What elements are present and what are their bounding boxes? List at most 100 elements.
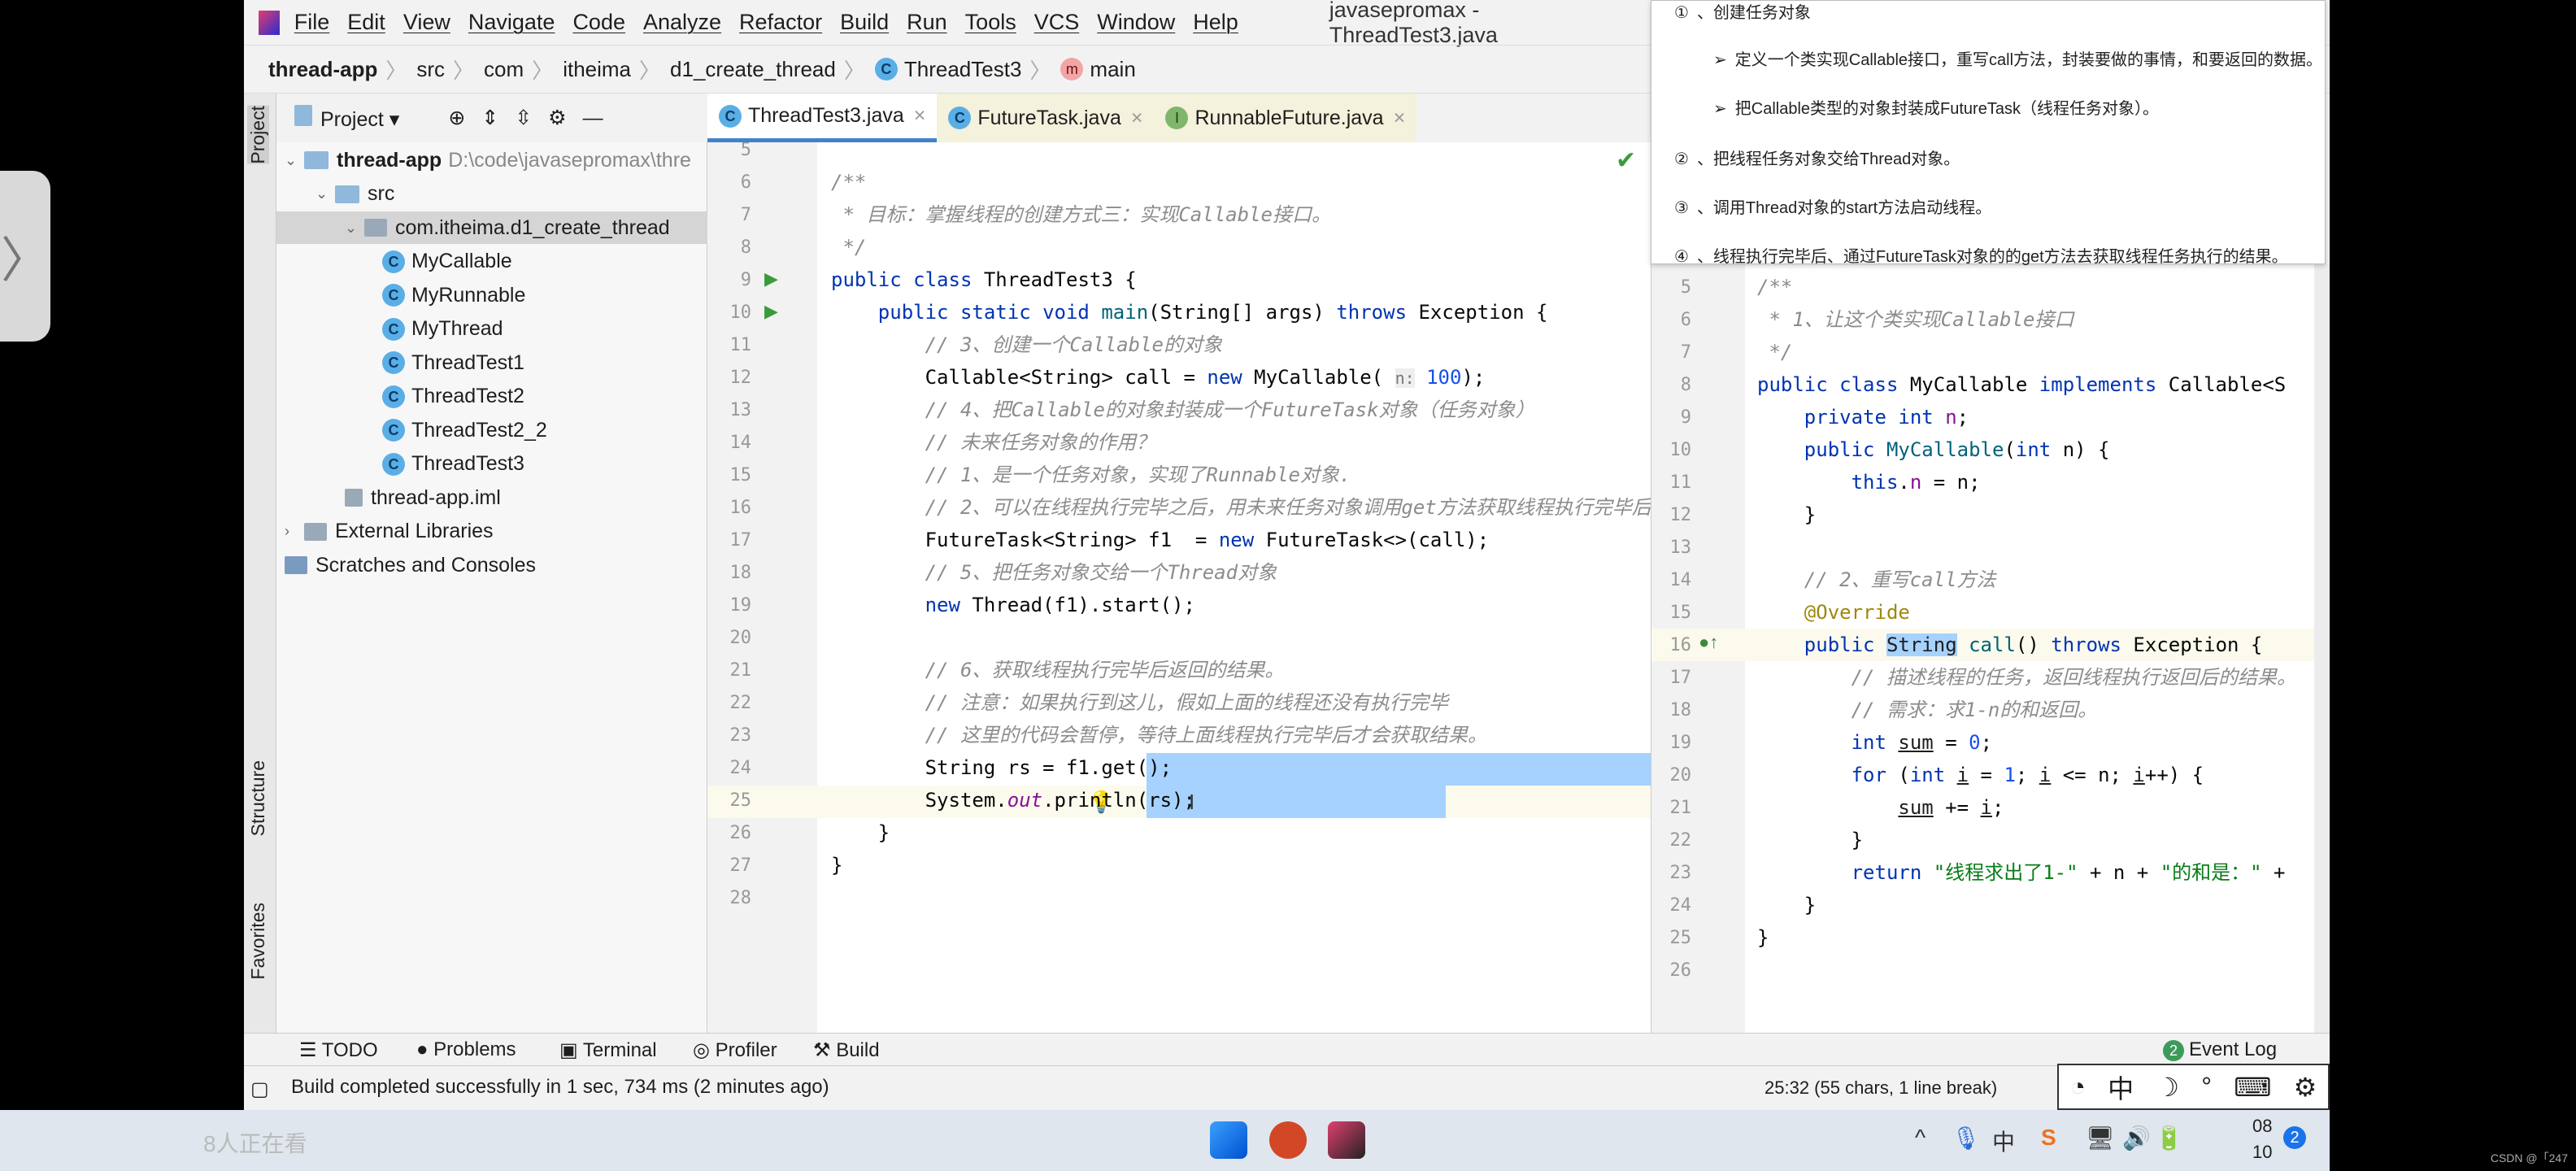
editor-scrollbar[interactable]: [2314, 264, 2330, 1033]
tree-item[interactable]: Scratches and Consoles: [285, 549, 536, 581]
implements-gutter-icon[interactable]: ●↑: [1699, 632, 1718, 653]
menu-analyze[interactable]: Analyze: [643, 10, 721, 35]
caret-position[interactable]: 25:32 (55 chars, 1 line break): [1764, 1077, 1997, 1099]
menu-vcs[interactable]: VCS: [1034, 10, 1080, 35]
menu-build[interactable]: Build: [840, 10, 889, 35]
favorites-tool-tab[interactable]: Favorites: [247, 903, 269, 980]
menu-help[interactable]: Help: [1193, 10, 1238, 35]
expand-arrow-icon[interactable]: ⌄: [285, 152, 304, 169]
menu-navigate[interactable]: Navigate: [468, 10, 555, 35]
code-token: ++) {: [2144, 764, 2204, 786]
breadcrumb-itheima[interactable]: itheima: [563, 57, 631, 82]
powerpoint-icon[interactable]: [1269, 1121, 1307, 1159]
collapse-all-icon[interactable]: ⇳: [515, 106, 532, 130]
tree-item[interactable]: ⌄ src: [315, 178, 394, 211]
status-message[interactable]: Build completed successfully in 1 sec, 7…: [291, 1076, 829, 1099]
tree-item[interactable]: ⌄ com.itheima.d1_create_thread: [276, 211, 707, 244]
ime-language[interactable]: 中: [2108, 1069, 2134, 1106]
tree-item[interactable]: C ThreadTest2: [382, 381, 524, 413]
tab-futuretask[interactable]: C FutureTask.java ×: [937, 94, 1155, 142]
tree-item[interactable]: › External Libraries: [285, 516, 494, 548]
windows-start-icon[interactable]: [1210, 1121, 1247, 1159]
microphone-icon[interactable]: 🎙: [1952, 1125, 1981, 1151]
tray-expand-icon[interactable]: ^: [1915, 1125, 1925, 1151]
tray-ime[interactable]: 中: [1992, 1125, 2015, 1157]
punctuation-icon[interactable]: °: [2201, 1072, 2212, 1102]
tree-item[interactable]: ⌄ thread-app D:\code\javasepromax\thre: [285, 144, 691, 176]
code-token: MyCallable(: [1254, 366, 1395, 389]
breadcrumb-package[interactable]: d1_create_thread: [670, 57, 836, 82]
gear-icon[interactable]: ⚙: [548, 106, 566, 130]
code-line: }: [1757, 921, 1769, 954]
tool-profiler[interactable]: ◎ Profiler: [693, 1038, 777, 1062]
clock[interactable]: 08 10: [2252, 1113, 2272, 1165]
breadcrumb-com[interactable]: com: [484, 57, 524, 82]
notification-badge[interactable]: 2: [2283, 1126, 2306, 1149]
breadcrumb-method[interactable]: main: [1090, 57, 1135, 82]
code-token: // 3、创建一个Callable的对象: [925, 333, 1222, 356]
menu-window[interactable]: Window: [1097, 10, 1175, 35]
code-line: public MyCallable(int n) {: [1757, 433, 2110, 466]
tool-terminal[interactable]: ▣ Terminal: [559, 1038, 657, 1062]
status-layout-icon[interactable]: ▢: [250, 1077, 269, 1101]
tree-item-label: Scratches and Consoles: [315, 553, 536, 577]
gear-icon[interactable]: ⚙: [2294, 1072, 2317, 1103]
menu-edit[interactable]: Edit: [347, 10, 385, 35]
expand-all-icon[interactable]: ⇕: [481, 106, 498, 130]
breadcrumb-class[interactable]: ThreadTest3: [904, 57, 1022, 82]
project-tool-tab[interactable]: Project: [247, 106, 269, 164]
tab-threadtest3[interactable]: C ThreadTest3.java ×: [707, 94, 938, 142]
tool-window-bar: ☰ TODO ● Problems ▣ Terminal ◎ Profiler ⚒ Bu…: [244, 1033, 2330, 1065]
ime-speed-icon[interactable]: ◔: [2070, 1072, 2086, 1102]
run-gutter-icon[interactable]: ▶: [764, 301, 778, 322]
code-token: public: [1804, 438, 1886, 461]
volume-icon[interactable]: 🔊: [2122, 1125, 2151, 1151]
expand-arrow-icon[interactable]: ⌄: [345, 220, 364, 237]
moon-icon[interactable]: ☽: [2156, 1072, 2179, 1103]
close-tab-icon[interactable]: ×: [914, 104, 926, 128]
editor-threadtest3[interactable]: ✔ 💡 I 5 6/** 7 * 目标：掌握线程的创建方式三：实现Callable接…: [707, 142, 1651, 1033]
tree-item[interactable]: C MyThread: [382, 313, 503, 346]
tool-problems[interactable]: ● Problems: [416, 1038, 516, 1061]
tool-label: Problems: [433, 1038, 516, 1060]
structure-tool-tab[interactable]: Structure: [247, 760, 269, 836]
locate-icon[interactable]: ⊕: [448, 106, 465, 130]
project-view-selector[interactable]: Project ▾: [294, 104, 399, 132]
no-problems-check-icon[interactable]: ✔: [1616, 146, 1636, 175]
breadcrumb-project[interactable]: thread-app: [268, 57, 377, 82]
tree-item[interactable]: thread-app.iml: [345, 481, 501, 514]
event-log-button[interactable]: 2 Event Log: [2163, 1038, 2277, 1061]
breadcrumb-src[interactable]: src: [416, 57, 445, 82]
code-token: }: [831, 854, 843, 877]
hide-icon[interactable]: —: [583, 107, 603, 130]
tree-item[interactable]: C ThreadTest3: [382, 448, 524, 481]
run-gutter-icon[interactable]: ▶: [764, 268, 778, 289]
close-tab-icon[interactable]: ×: [1131, 107, 1143, 130]
tool-build[interactable]: ⚒ Build: [813, 1038, 880, 1062]
tab-runnablefuture[interactable]: I RunnableFuture.java ×: [1154, 94, 1417, 142]
menu-refactor[interactable]: Refactor: [739, 10, 822, 35]
battery-icon[interactable]: 🔋: [2155, 1125, 2183, 1151]
tree-item[interactable]: C ThreadTest2_2: [382, 414, 547, 446]
intellij-taskbar-icon[interactable]: [1328, 1121, 1365, 1159]
code-token: out: [1007, 789, 1043, 812]
expand-arrow-icon[interactable]: ›: [285, 523, 304, 540]
side-panel-handle[interactable]: 〉: [0, 171, 50, 342]
menu-tools[interactable]: Tools: [965, 10, 1016, 35]
tree-item[interactable]: C MyRunnable: [382, 279, 525, 311]
tree-item[interactable]: C ThreadTest1: [382, 346, 524, 379]
menu-file[interactable]: File: [294, 10, 330, 35]
project-tree: ⌄ thread-app D:\code\javasepromax\thre ⌄ src…: [276, 142, 707, 1033]
menu-code[interactable]: Code: [572, 10, 625, 35]
keyboard-icon[interactable]: ⌨: [2234, 1072, 2271, 1103]
tree-item[interactable]: C MyCallable: [382, 246, 512, 278]
menu-run[interactable]: Run: [907, 10, 947, 35]
close-tab-icon[interactable]: ×: [1394, 107, 1406, 130]
sogou-icon[interactable]: S: [2041, 1125, 2056, 1151]
network-icon[interactable]: 🖥: [2086, 1125, 2115, 1151]
tool-todo[interactable]: ☰ TODO: [299, 1038, 378, 1062]
expand-arrow-icon[interactable]: ⌄: [315, 185, 335, 202]
menu-view[interactable]: View: [403, 10, 450, 35]
editor-mycallable[interactable]: ●↑ 5 /** 6 * 1、让这个类实现Callable接口 7 */ 8 public…: [1651, 264, 2330, 1033]
